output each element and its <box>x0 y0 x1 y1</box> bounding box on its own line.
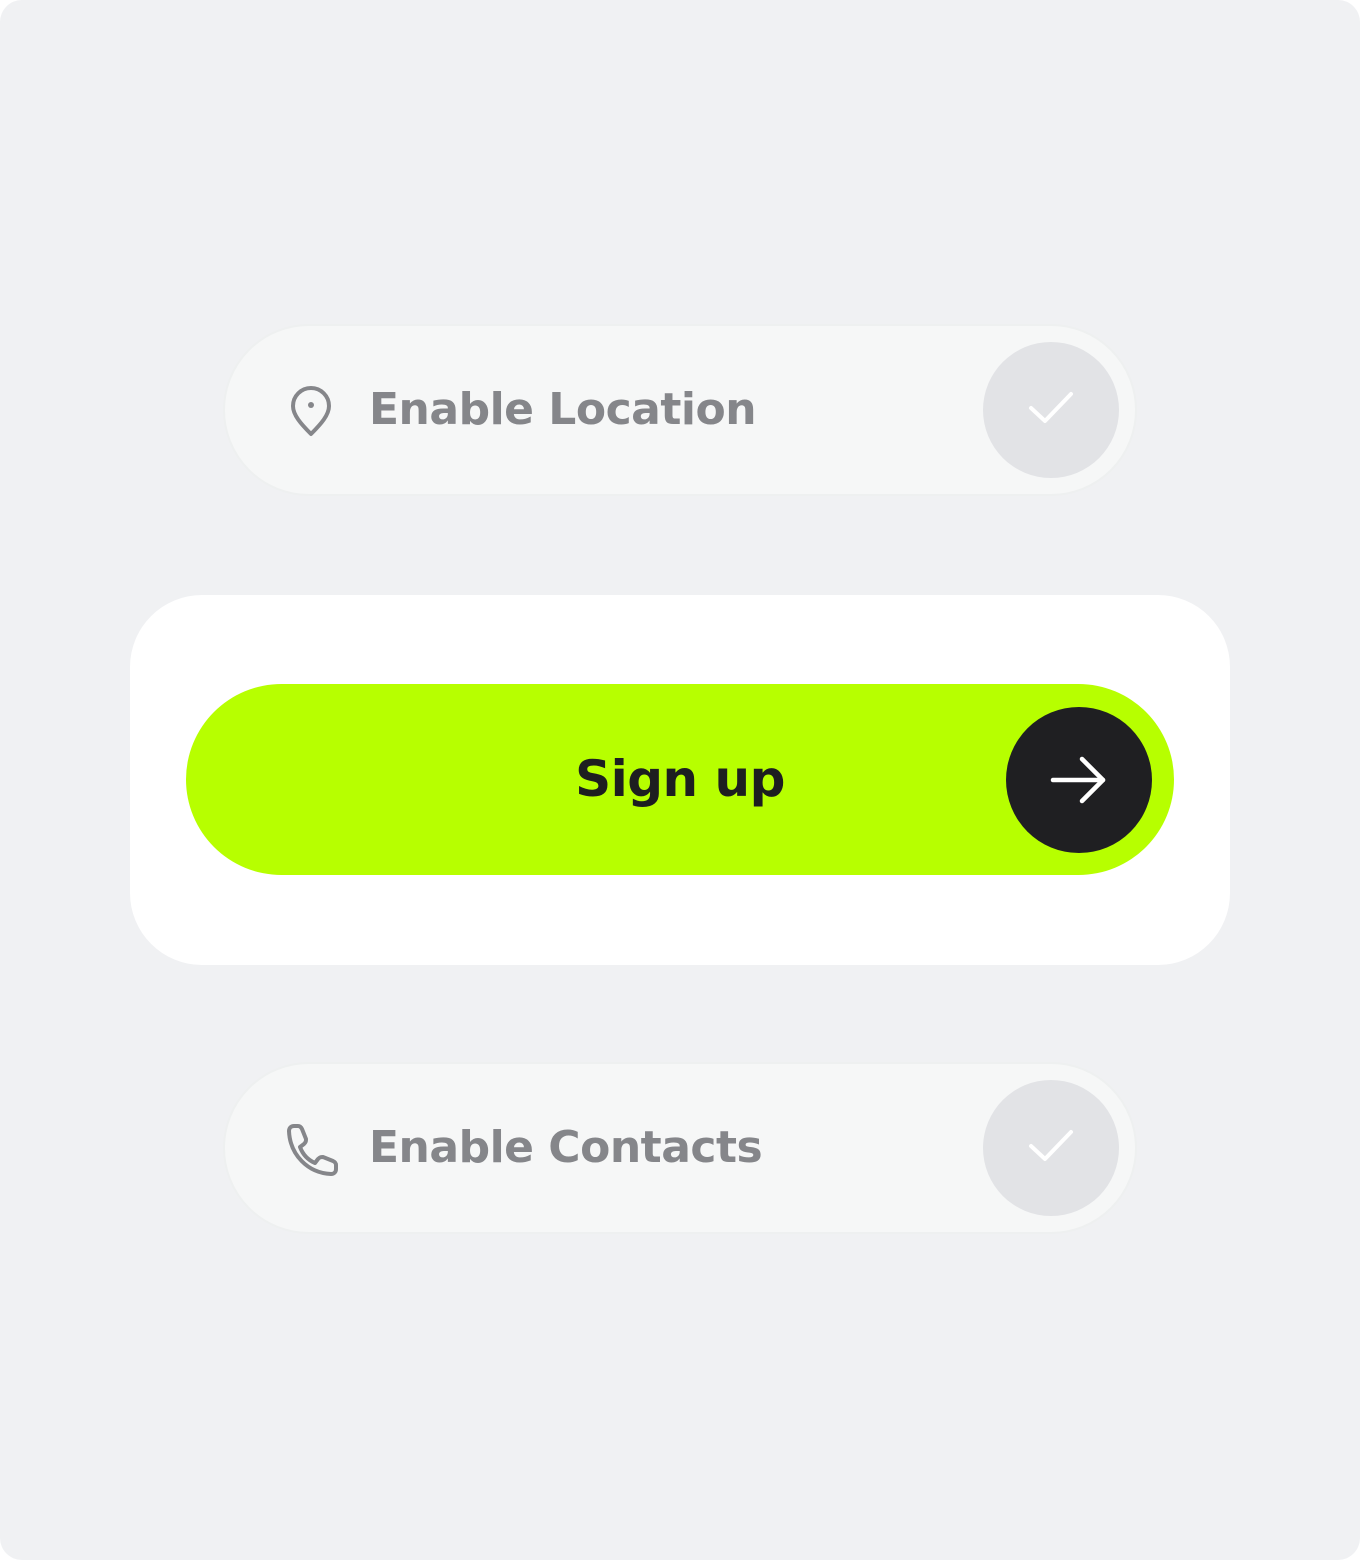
enable-contacts-label: Enable Contacts <box>369 1122 763 1173</box>
enable-contacts-toggle[interactable]: Enable Contacts <box>223 1062 1137 1234</box>
contacts-check-button[interactable] <box>983 1080 1119 1216</box>
signup-card: Sign up <box>130 595 1230 965</box>
signup-arrow-button[interactable] <box>1006 707 1152 853</box>
map-pin-icon <box>291 386 331 436</box>
enable-location-label: Enable Location <box>369 384 757 435</box>
checkmark-icon <box>1029 392 1073 423</box>
location-check-button[interactable] <box>983 342 1119 478</box>
arrow-right-icon <box>1050 756 1106 804</box>
permissions-screen: Enable Location Sign up Enable Contacts <box>0 0 1360 1560</box>
signup-button[interactable]: Sign up <box>186 684 1174 875</box>
phone-icon <box>287 1124 338 1176</box>
enable-location-toggle[interactable]: Enable Location <box>223 324 1137 496</box>
checkmark-icon <box>1029 1130 1073 1161</box>
